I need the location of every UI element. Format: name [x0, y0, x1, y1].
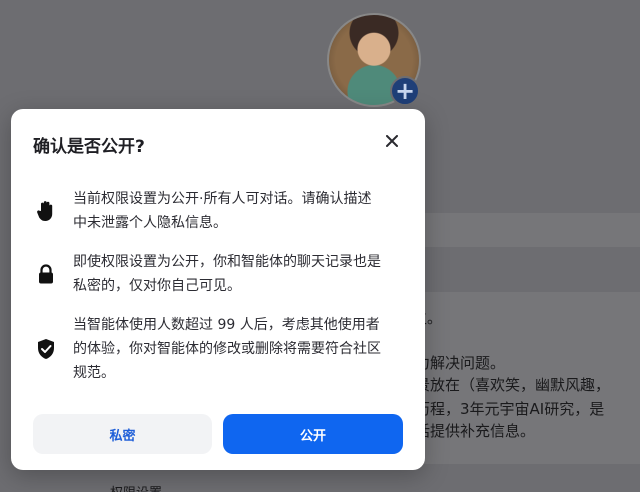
close-icon [386, 135, 398, 147]
info-text-line: 即使权限设置为公开，你和智能体的聊天记录也是 [73, 254, 381, 270]
shield-check-icon [33, 338, 59, 360]
hand-stop-icon [33, 200, 59, 222]
info-item-community: 当智能体使用人数超过 99 人后，考虑其他使用者 的体验，你对智能体的修改或删除… [33, 313, 405, 385]
lock-icon [33, 263, 59, 285]
background-card [400, 213, 640, 247]
info-text-line: 中未泄露个人隐私信息。 [73, 215, 227, 231]
info-text-line: 的体验，你对智能体的修改或删除将需要符合社区 [73, 341, 381, 357]
info-item-chat-private: 即使权限设置为公开，你和智能体的聊天记录也是 私密的，仅对你自己可见。 [33, 250, 405, 298]
info-text-line: 私密的，仅对你自己可见。 [73, 278, 241, 294]
public-button[interactable]: 公开 [223, 414, 403, 454]
dialog-title: 确认是否公开? [33, 137, 145, 157]
private-button[interactable]: 私密 [33, 414, 212, 454]
info-text-line: 规范。 [73, 365, 115, 381]
background-text-line: 背景放在（喜欢笑，幽默风趣， [400, 376, 611, 394]
info-text-line: 当智能体使用人数超过 99 人后，考虑其他使用者 [73, 317, 380, 333]
background-bottom-label: 权限设置 [110, 482, 162, 492]
background-text-line: 网历程，3年元宇宙AI研究，是 [400, 400, 605, 418]
add-avatar-icon: + [390, 76, 420, 106]
info-item-privacy: 当前权限设置为公开·所有人可对话。请确认描述 中未泄露个人隐私信息。 [33, 187, 405, 235]
confirm-public-dialog: 确认是否公开? 当前权限设置为公开·所有人可对话。请确认描述 中未泄露个人隐私信… [11, 109, 425, 470]
close-button[interactable] [383, 132, 401, 150]
info-text-line: 当前权限设置为公开·所有人可对话。请确认描述 [73, 191, 372, 207]
